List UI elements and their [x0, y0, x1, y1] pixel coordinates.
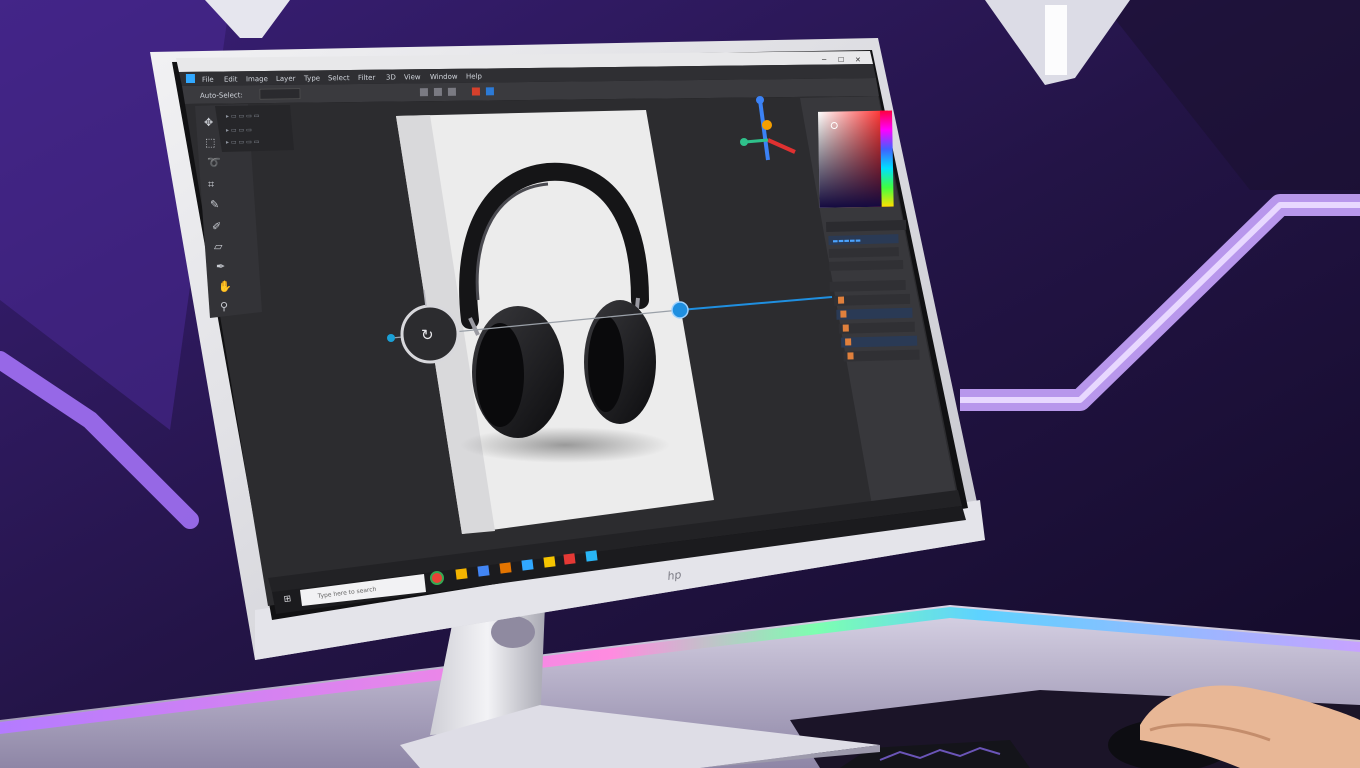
- color-field-shade: [817, 110, 890, 208]
- menu-type[interactable]: Type: [303, 74, 320, 82]
- taskbar-app-6[interactable]: [543, 556, 556, 568]
- layer-thumb-1: [837, 296, 845, 304]
- layer-row-2[interactable]: [828, 247, 899, 258]
- options-dropdown[interactable]: [259, 88, 301, 100]
- menu-window[interactable]: Window: [430, 73, 458, 81]
- brush-icon[interactable]: ✐: [212, 220, 221, 233]
- align-button-1[interactable]: [419, 88, 428, 97]
- menu-image[interactable]: Image: [246, 75, 268, 83]
- layer-row-6[interactable]: [836, 307, 913, 320]
- taskbar-app-8[interactable]: [585, 550, 598, 562]
- layer-row-5[interactable]: [833, 293, 911, 306]
- headphones-left-cushion: [476, 323, 524, 427]
- anchor-point-right[interactable]: [671, 301, 689, 319]
- 3d-mode-button-2[interactable]: [485, 87, 494, 96]
- gizmo-axis-z: [744, 138, 769, 144]
- store-icon[interactable]: [477, 565, 490, 577]
- zoom-tool-icon[interactable]: ⚲: [220, 300, 228, 313]
- rotate-handle-icon[interactable]: ↻: [421, 326, 434, 344]
- menu-select[interactable]: Select: [328, 74, 350, 82]
- layer-thumb-4: [845, 338, 852, 346]
- marquee-tool-icon[interactable]: ⬚: [205, 136, 215, 149]
- color-picker-icon[interactable]: ✎: [210, 198, 219, 211]
- monitor-stand-hole: [491, 616, 535, 648]
- menu-view[interactable]: View: [404, 73, 421, 81]
- layers-header: [826, 219, 907, 232]
- headphones-right-cushion: [588, 316, 624, 412]
- layer-row-7[interactable]: [838, 321, 915, 334]
- menu-filter[interactable]: Filter: [358, 74, 376, 82]
- layer-thumb-2: [840, 310, 847, 318]
- anchor-point-left[interactable]: [387, 334, 395, 342]
- folder-icon[interactable]: [455, 568, 468, 580]
- menu-3d[interactable]: 3D: [386, 73, 396, 81]
- taskbar-app-7[interactable]: [563, 553, 576, 565]
- screen: ─ ☐ ✕ File Edit Image Layer Type Select …: [172, 50, 968, 620]
- layer-thumb-5: [847, 352, 854, 360]
- layer-row-8[interactable]: [841, 335, 918, 348]
- gizmo-node-top: [756, 96, 764, 104]
- scene: hp ─ ☐ ✕ File Edit Image Layer Type Sele…: [0, 0, 1360, 768]
- 3d-mode-button[interactable]: [471, 87, 480, 96]
- color-picker[interactable]: [817, 110, 894, 208]
- app-logo-icon[interactable]: [185, 73, 196, 84]
- gizmo-node-left: [740, 138, 748, 146]
- maximize-button[interactable]: ☐: [838, 56, 844, 64]
- gizmo-node-center: [762, 120, 772, 130]
- crop-icon[interactable]: ⌗: [208, 178, 214, 191]
- hand-tool-icon[interactable]: ✋: [218, 280, 232, 293]
- mail-icon[interactable]: [499, 562, 512, 574]
- menu-edit[interactable]: Edit: [224, 75, 238, 83]
- monitor-brand-mark: hp: [667, 568, 683, 583]
- menu-file[interactable]: File: [202, 76, 214, 84]
- menu-layer[interactable]: Layer: [276, 75, 296, 83]
- options-auto-select-label: Auto-Select:: [200, 91, 243, 100]
- mini-panel-line-2: ▸ ▭ ▭ ▭: [226, 127, 252, 134]
- minimize-button[interactable]: ─: [821, 56, 827, 64]
- windows-start-icon[interactable]: ⊞: [283, 594, 292, 605]
- mini-panel-line-1: ▸ ▭ ▭ ▭ ▭: [226, 112, 259, 120]
- layer-row-4[interactable]: [829, 279, 906, 292]
- move-tool-icon[interactable]: ✥: [204, 116, 213, 129]
- headphones-shadow: [460, 427, 670, 463]
- layer-thumb-3: [842, 324, 849, 332]
- hue-slider[interactable]: [879, 110, 894, 207]
- ceiling-light-right-glow: [1045, 5, 1067, 75]
- align-button-3[interactable]: [447, 87, 456, 96]
- eraser-icon[interactable]: ▱: [214, 240, 223, 253]
- layer-row-9[interactable]: [843, 349, 920, 362]
- menu-help[interactable]: Help: [466, 72, 483, 80]
- layer-row-active-label: ▬▬▬▬▬: [832, 237, 861, 245]
- align-button-2[interactable]: [433, 87, 442, 97]
- taskbar-app-5[interactable]: [521, 559, 534, 571]
- lasso-icon[interactable]: ➰: [207, 156, 221, 169]
- pen-tool-icon[interactable]: ✒: [216, 260, 225, 273]
- mini-panel-line-3: ▸ ▭ ▭ ▭ ▭: [226, 138, 259, 146]
- close-button[interactable]: ✕: [855, 56, 861, 64]
- chrome-icon[interactable]: [430, 571, 444, 585]
